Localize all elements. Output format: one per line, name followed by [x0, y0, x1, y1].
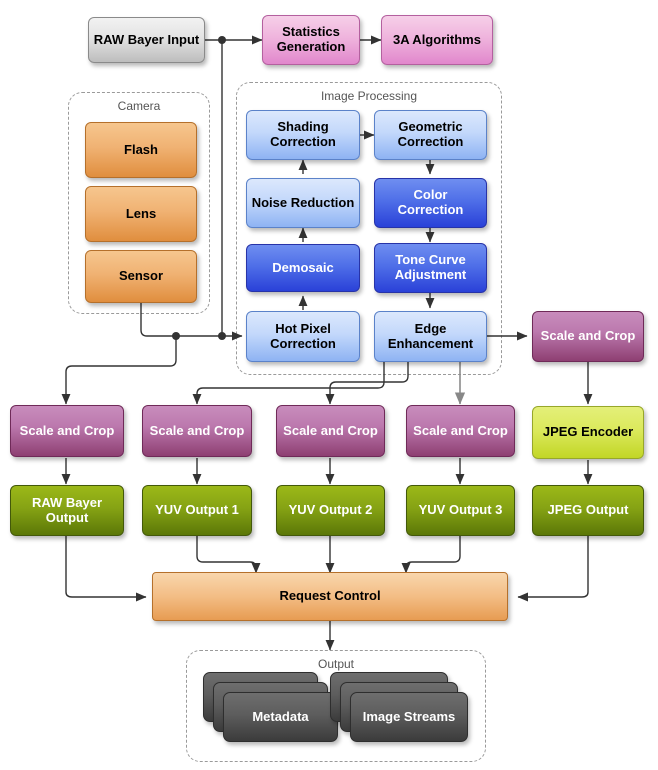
group-image-processing-label: Image Processing	[320, 89, 418, 103]
node-geometric-correction[interactable]: Geometric Correction	[374, 110, 487, 160]
node-color-correction[interactable]: Color Correction	[374, 178, 487, 228]
node-lens[interactable]: Lens	[85, 186, 197, 242]
node-edge-enhancement[interactable]: Edge Enhancement	[374, 311, 487, 362]
node-raw-bayer-input[interactable]: RAW Bayer Input	[88, 17, 205, 63]
metadata-card-front[interactable]: Metadata	[223, 692, 338, 742]
image-streams-card-front[interactable]: Image Streams	[350, 692, 468, 742]
node-scale-and-crop-3[interactable]: Scale and Crop	[276, 405, 385, 457]
node-noise-reduction[interactable]: Noise Reduction	[246, 178, 360, 228]
node-yuv-output-1[interactable]: YUV Output 1	[142, 485, 252, 536]
node-tone-curve-adjustment[interactable]: Tone Curve Adjustment	[374, 243, 487, 293]
node-hot-pixel-correction[interactable]: Hot Pixel Correction	[246, 311, 360, 362]
node-request-control[interactable]: Request Control	[152, 572, 508, 621]
node-demosaic[interactable]: Demosaic	[246, 244, 360, 292]
node-statistics-generation[interactable]: Statistics Generation	[262, 15, 360, 65]
group-output-label: Output	[317, 657, 355, 671]
node-scale-and-crop-top[interactable]: Scale and Crop	[532, 311, 644, 362]
metadata-card-stack[interactable]: Metadata	[203, 672, 343, 747]
node-3a-algorithms[interactable]: 3A Algorithms	[381, 15, 493, 65]
node-flash[interactable]: Flash	[85, 122, 197, 178]
node-yuv-output-2[interactable]: YUV Output 2	[276, 485, 385, 536]
node-yuv-output-3[interactable]: YUV Output 3	[406, 485, 515, 536]
node-jpeg-output[interactable]: JPEG Output	[532, 485, 644, 536]
group-camera-label: Camera	[117, 99, 161, 113]
node-shading-correction[interactable]: Shading Correction	[246, 110, 360, 160]
image-streams-card-stack[interactable]: Image Streams	[330, 672, 475, 747]
node-scale-and-crop-4[interactable]: Scale and Crop	[406, 405, 515, 457]
node-jpeg-encoder[interactable]: JPEG Encoder	[532, 406, 644, 459]
node-sensor[interactable]: Sensor	[85, 250, 197, 303]
node-scale-and-crop-2[interactable]: Scale and Crop	[142, 405, 252, 457]
diagram-canvas: Camera Image Processing Output RAW Bayer…	[0, 0, 658, 770]
node-raw-bayer-output[interactable]: RAW Bayer Output	[10, 485, 124, 536]
node-scale-and-crop-1[interactable]: Scale and Crop	[10, 405, 124, 457]
